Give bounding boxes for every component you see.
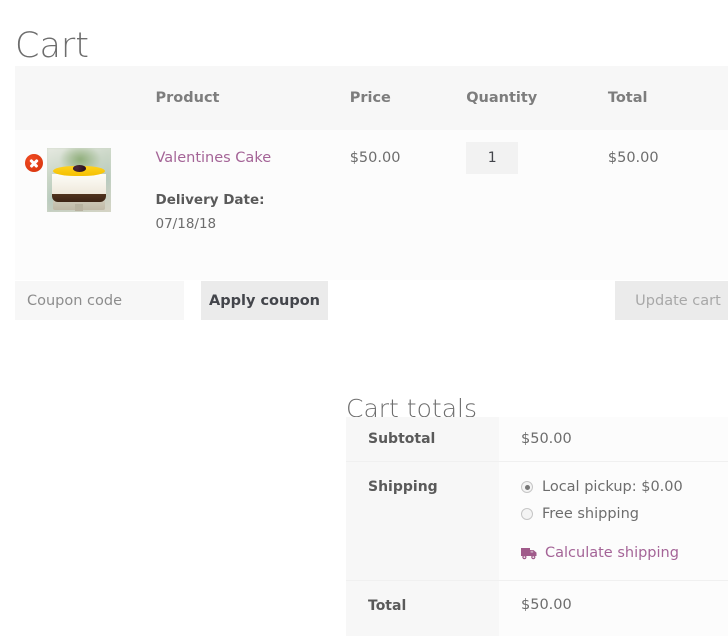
calculate-shipping-row[interactable]: Calculate shipping: [521, 544, 728, 562]
cell-product-name: Valentines Cake Delivery Date: 07/18/18: [156, 130, 350, 280]
column-header-product: Product: [156, 66, 350, 130]
cart-actions-row: Apply coupon Update cart: [15, 281, 728, 320]
calculate-shipping-link[interactable]: Calculate shipping: [545, 544, 679, 562]
total-row: Total $50.00: [346, 581, 728, 636]
cell-remove: [15, 130, 47, 280]
product-thumbnail-cake-image[interactable]: [47, 148, 111, 212]
column-header-thumbnail: [47, 66, 156, 130]
cake-berries-shape: [73, 165, 86, 172]
cart-table-body: Valentines Cake Delivery Date: 07/18/18 …: [15, 130, 728, 280]
cell-total: $50.00: [608, 130, 728, 280]
cell-thumbnail: [47, 130, 156, 280]
radio-free-shipping[interactable]: [521, 508, 533, 520]
cart-totals-table: Subtotal $50.00 Shipping Local pickup: $…: [346, 417, 728, 636]
shipping-options: Local pickup: $0.00 Free shipping Calcul…: [499, 462, 728, 581]
table-row: Valentines Cake Delivery Date: 07/18/18 …: [15, 130, 728, 280]
column-header-quantity: Quantity: [466, 66, 608, 130]
cell-price: $50.00: [350, 130, 467, 280]
cart-table-head: Product Price Quantity Total: [15, 66, 728, 130]
column-header-total: Total: [608, 66, 728, 130]
cell-quantity: [466, 130, 608, 280]
shipping-label: Shipping: [346, 462, 499, 581]
page-title: Cart: [15, 25, 89, 67]
subtotal-row: Subtotal $50.00: [346, 417, 728, 462]
column-header-price: Price: [350, 66, 467, 130]
total-value: $50.00: [499, 581, 728, 636]
shipping-option-local-pickup[interactable]: Local pickup: $0.00: [521, 478, 728, 496]
cart-header-row: Product Price Quantity Total: [15, 66, 728, 130]
apply-coupon-button[interactable]: Apply coupon: [201, 281, 328, 320]
product-name-link[interactable]: Valentines Cake: [156, 148, 272, 168]
delivery-date-value: 07/18/18: [156, 215, 350, 233]
column-header-remove: [15, 66, 47, 130]
coupon-code-input[interactable]: [15, 281, 184, 320]
shipping-row: Shipping Local pickup: $0.00 Free shippi…: [346, 462, 728, 581]
quantity-input[interactable]: [466, 142, 518, 174]
subtotal-label: Subtotal: [346, 417, 499, 462]
subtotal-value: $50.00: [499, 417, 728, 462]
update-cart-button[interactable]: Update cart: [615, 281, 728, 320]
cart-table: Product Price Quantity Total V: [15, 66, 728, 280]
shipping-option-label: Local pickup: $0.00: [542, 478, 683, 496]
total-label: Total: [346, 581, 499, 636]
cake-frosting-shape: [52, 174, 106, 194]
shipping-option-free-shipping[interactable]: Free shipping: [521, 505, 728, 523]
radio-local-pickup[interactable]: [521, 481, 533, 493]
shipping-option-label: Free shipping: [542, 505, 639, 523]
delivery-date-label: Delivery Date:: [156, 191, 350, 209]
remove-circle-x-icon[interactable]: [25, 154, 43, 172]
delivery-truck-icon: [521, 547, 538, 560]
